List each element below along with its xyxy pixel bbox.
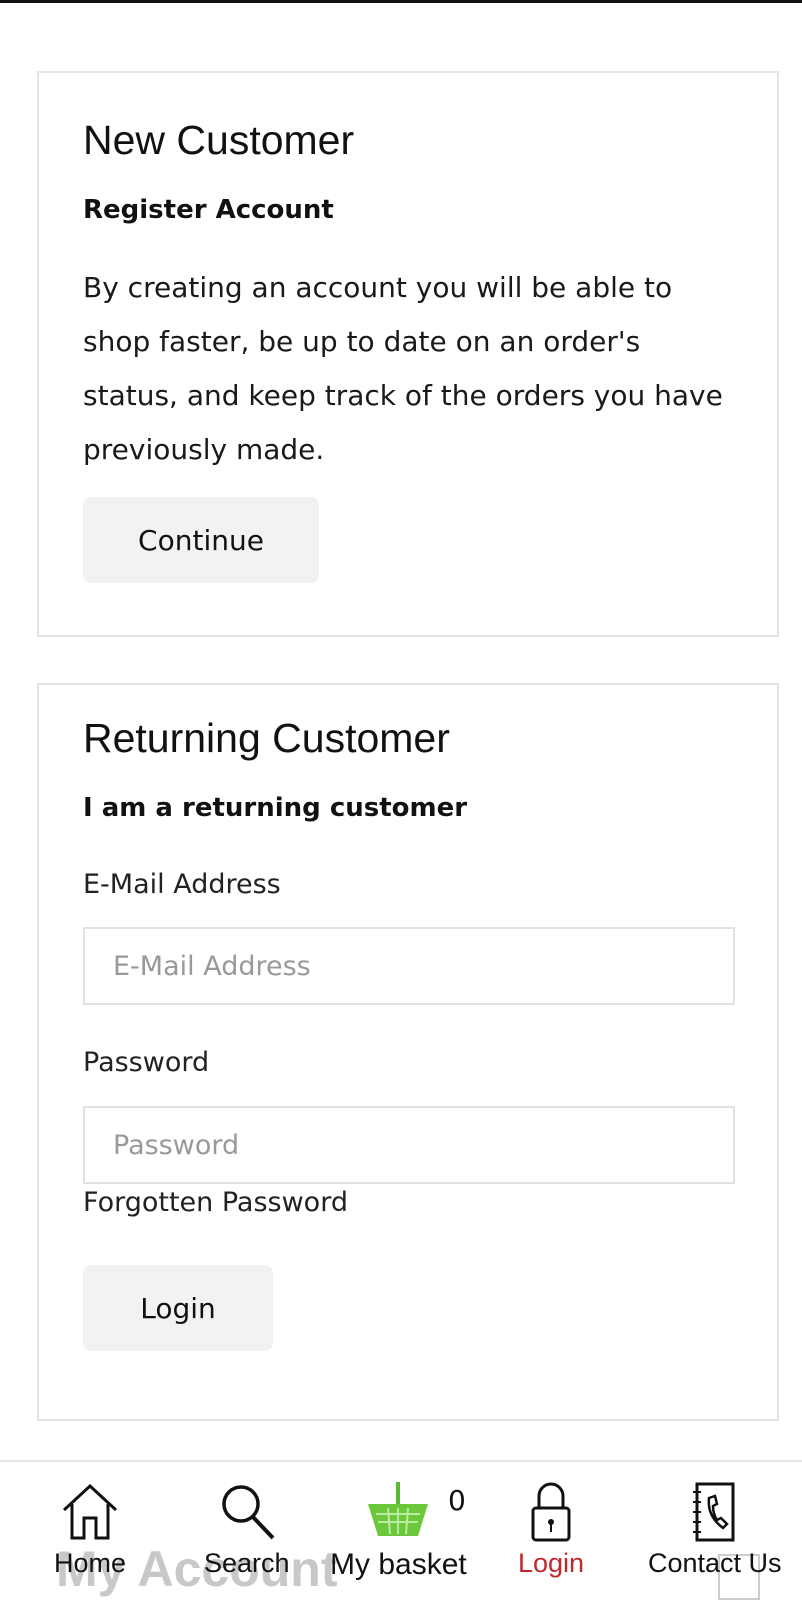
nav-home[interactable]: Home	[54, 1480, 126, 1579]
lock-icon	[531, 1482, 571, 1542]
nav-search-label: Search	[204, 1548, 290, 1578]
basket-count: 0	[448, 1484, 466, 1517]
status-bar-edge	[0, 0, 802, 3]
password-input[interactable]	[83, 1106, 735, 1184]
email-label: E-Mail Address	[83, 869, 281, 900]
email-input[interactable]	[83, 927, 735, 1005]
returning-customer-subtitle: I am a returning customer	[83, 793, 468, 823]
register-account-subtitle: Register Account	[83, 195, 334, 225]
returning-customer-card: Returning Customer I am a returning cust…	[37, 683, 779, 1421]
register-description: By creating an account you will be able …	[83, 271, 723, 466]
password-label: Password	[83, 1047, 210, 1078]
continue-button[interactable]: Continue	[83, 497, 319, 583]
forgotten-password-link[interactable]: Forgotten Password	[83, 1187, 348, 1218]
nav-contact[interactable]: Contact Us	[648, 1480, 782, 1579]
nav-login[interactable]: Login	[518, 1480, 584, 1579]
nav-home-label: Home	[54, 1548, 127, 1578]
basket-icon	[368, 1482, 429, 1536]
nav-basket[interactable]: My basket	[330, 1480, 467, 1582]
nav-basket-label: My basket	[330, 1548, 467, 1581]
nav-contact-label: Contact Us	[648, 1548, 782, 1578]
search-icon	[222, 1485, 275, 1540]
home-icon	[62, 1483, 118, 1540]
new-customer-title: New Customer	[83, 117, 355, 163]
phone-book-icon	[692, 1482, 735, 1542]
nav-login-label: Login	[518, 1548, 585, 1578]
login-button[interactable]: Login	[83, 1265, 273, 1351]
returning-customer-title: Returning Customer	[83, 715, 450, 761]
new-customer-card: New Customer Register Account By creatin…	[37, 71, 779, 637]
nav-search[interactable]: Search	[204, 1480, 290, 1579]
